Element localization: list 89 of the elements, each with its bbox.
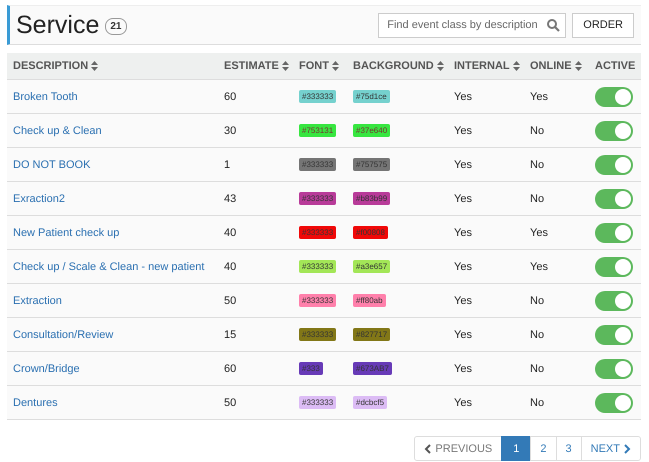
service-link[interactable]: DO NOT BOOK (13, 158, 90, 170)
table-cell: Yes (454, 90, 472, 102)
table-cell: No (530, 192, 544, 204)
background-color-tag: #f00808 (353, 226, 388, 239)
table-cell: Yes (454, 362, 472, 374)
table-cell: 40 (224, 226, 236, 238)
active-toggle[interactable] (595, 358, 633, 378)
order-button[interactable]: ORDER (572, 12, 634, 38)
font-color-tag: #753131 (299, 124, 336, 137)
table-cell: 50 (224, 294, 236, 306)
sort-icon (332, 61, 339, 71)
active-toggle[interactable] (595, 324, 633, 344)
active-toggle[interactable] (595, 256, 633, 276)
background-color-tag: #37e640 (353, 124, 390, 137)
service-link[interactable]: Extraction (13, 294, 62, 306)
sort-icon (436, 61, 444, 71)
page-title: Service (16, 10, 100, 40)
table-cell: Yes (454, 396, 472, 408)
background-color-tag: #75d1ce (353, 90, 390, 103)
font-color-tag: #333333 (299, 158, 336, 171)
table-cell: Yes (454, 328, 472, 340)
background-color-tag: #ff80ab (353, 294, 386, 307)
font-color-tag: #333333 (299, 396, 336, 409)
chevron-right-icon (624, 444, 631, 454)
table-cell: 15 (224, 328, 236, 340)
table-cell: 40 (224, 260, 236, 272)
table-cell: 1 (224, 158, 230, 170)
font-color-tag: #333 (299, 362, 323, 375)
active-toggle[interactable] (595, 86, 633, 106)
column-header[interactable]: DESCRIPTION (13, 60, 98, 72)
font-color-tag: #333333 (299, 90, 336, 103)
table-cell: 60 (224, 362, 236, 374)
table-cell: 43 (224, 192, 236, 204)
page-button[interactable]: 1 (501, 436, 532, 461)
table-cell: 50 (224, 396, 236, 408)
table-cell: Yes (454, 192, 472, 204)
active-toggle[interactable] (595, 222, 633, 242)
service-link[interactable]: Exraction2 (13, 192, 65, 204)
service-link[interactable]: Broken Tooth (13, 90, 78, 102)
table-cell: Yes (530, 90, 548, 102)
table-cell: Yes (454, 124, 472, 136)
table-cell: No (530, 396, 544, 408)
service-link[interactable]: Consultation/Review (13, 328, 114, 340)
active-toggle[interactable] (595, 188, 633, 208)
page-button[interactable]: 3 (556, 436, 582, 461)
background-color-tag: #dcbcf5 (353, 396, 388, 409)
table-cell: Yes (454, 294, 472, 306)
page-button[interactable]: 2 (530, 436, 557, 461)
font-color-tag: #333333 (299, 226, 336, 239)
background-color-tag: #673AB7 (353, 362, 392, 375)
active-toggle[interactable] (595, 154, 633, 174)
table-cell: 60 (224, 90, 236, 102)
table-cell: 30 (224, 124, 236, 136)
column-header: ACTIVE (595, 60, 636, 72)
service-link[interactable]: Check up & Clean (13, 124, 102, 136)
search-field[interactable]: Find event class by description (378, 12, 566, 38)
font-color-tag: #333333 (299, 294, 336, 307)
sort-icon (91, 61, 98, 71)
active-toggle[interactable] (595, 120, 633, 140)
sort-icon (574, 61, 582, 71)
table-cell: Yes (454, 158, 472, 170)
chevron-left-icon (424, 444, 432, 454)
table-cell: No (530, 158, 544, 170)
sort-icon (512, 61, 520, 71)
table-cell: No (530, 362, 544, 374)
font-color-tag: #333333 (299, 260, 336, 273)
service-link[interactable]: Dentures (13, 396, 58, 408)
active-toggle[interactable] (595, 290, 633, 310)
table-cell: Yes (530, 226, 548, 238)
background-color-tag: #757575 (353, 158, 390, 171)
background-color-tag: #a3e657 (353, 260, 390, 273)
count-badge: 21 (105, 18, 126, 35)
service-link[interactable]: Crown/Bridge (13, 362, 80, 374)
table-cell: No (530, 124, 544, 136)
background-color-tag: #827717 (353, 328, 390, 341)
table-cell: Yes (530, 260, 548, 272)
font-color-tag: #333333 (299, 192, 336, 205)
next-button[interactable]: NEXT (580, 436, 641, 461)
previous-button[interactable]: PREVIOUS (414, 436, 502, 461)
service-link[interactable]: New Patient check up (13, 226, 120, 238)
table-cell: No (530, 294, 544, 306)
table-cell: Yes (454, 260, 472, 272)
table-cell: Yes (454, 226, 472, 238)
background-color-tag: #b83b99 (353, 192, 390, 205)
font-color-tag: #333333 (299, 328, 336, 341)
search-icon (547, 18, 560, 32)
table-cell: No (530, 328, 544, 340)
active-toggle[interactable] (595, 392, 633, 412)
sort-icon (282, 61, 289, 71)
